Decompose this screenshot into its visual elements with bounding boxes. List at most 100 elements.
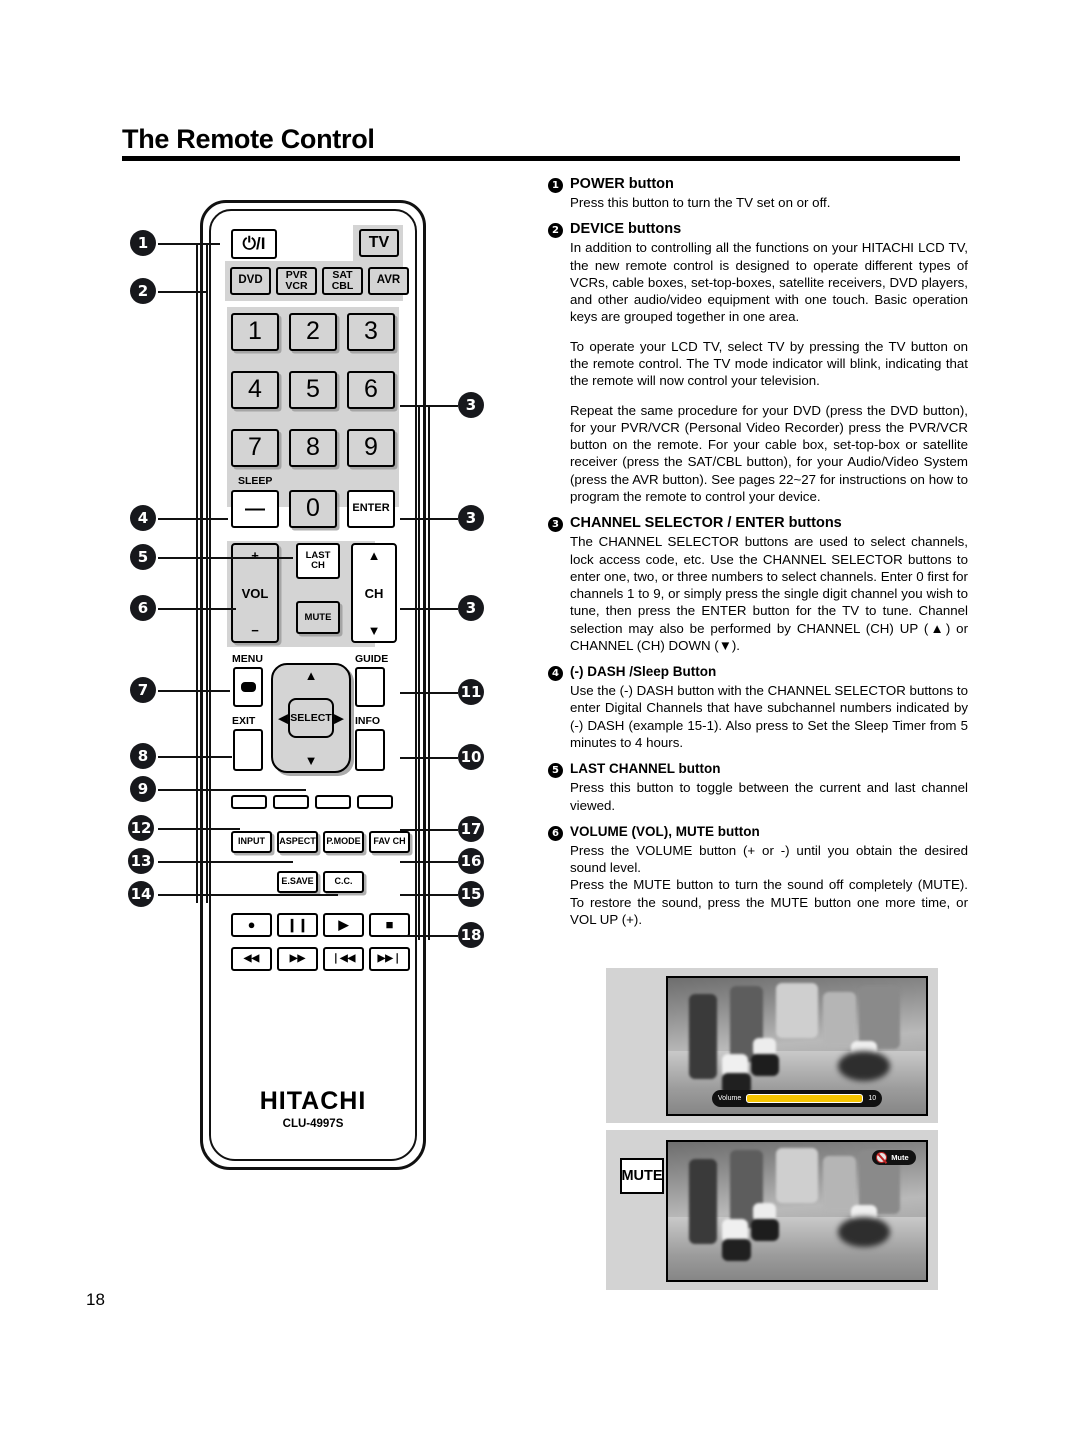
callout-right-10: 10: [458, 744, 484, 770]
exit-label: EXIT: [232, 715, 256, 727]
leader-rail-left-1: [196, 243, 198, 903]
numeric-key-3[interactable]: 3: [347, 313, 395, 351]
numeric-key-8[interactable]: 8: [289, 429, 337, 467]
info-button[interactable]: [355, 729, 385, 771]
previous-track-button[interactable]: ❘◀◀: [323, 947, 364, 971]
section-channel-p1: The CHANNEL SELECTOR buttons are used to…: [570, 534, 968, 653]
player-body: [776, 983, 818, 1038]
guide-button[interactable]: [355, 667, 385, 707]
mute-button[interactable]: MUTE: [296, 601, 340, 634]
player-leg-1b: [688, 1158, 717, 1245]
enter-button[interactable]: ENTER: [347, 490, 395, 528]
next-track-button[interactable]: ▶▶❘: [369, 947, 410, 971]
leader-rail-right-2: [428, 405, 430, 940]
tv-screen-mute: Mute: [666, 1140, 928, 1282]
section-bullet-5: 5: [548, 763, 563, 779]
dpad-left-icon[interactable]: ◀: [278, 712, 288, 725]
callout-left-5: 5: [130, 544, 156, 570]
volume-up-label: +: [251, 548, 259, 563]
section-dash-p1: Use the (-) DASH button with the CHANNEL…: [570, 683, 968, 751]
section-power-p1: Press this button to turn the TV set on …: [570, 195, 831, 210]
record-button[interactable]: ●: [231, 913, 272, 937]
guide-label: GUIDE: [355, 653, 389, 665]
callout-left-4: 4: [130, 505, 156, 531]
callout-right-17: 17: [458, 816, 484, 842]
player-arm-1: [822, 991, 857, 1046]
device-button-tv[interactable]: TV: [359, 229, 399, 257]
numeric-key-0[interactable]: 0: [289, 490, 337, 528]
section-last-channel: 5 LAST CHANNEL button Press this button …: [548, 761, 968, 814]
numeric-key-2[interactable]: 2: [289, 313, 337, 351]
section-channel-selector: 3 CHANNEL SELECTOR / ENTER buttons The C…: [548, 515, 968, 654]
callout-left-14: 14: [128, 881, 154, 907]
numeric-key-4[interactable]: 4: [231, 371, 279, 409]
numeric-key-6[interactable]: 6: [347, 371, 395, 409]
device-button-avr[interactable]: AVR: [368, 267, 409, 295]
player-glove: [750, 1054, 779, 1076]
last-channel-button[interactable]: LAST CH: [296, 543, 340, 579]
color-key-2[interactable]: [273, 795, 309, 809]
aspect-button[interactable]: ASPECT: [277, 831, 318, 853]
exit-button[interactable]: [233, 729, 263, 771]
player-glove-b: [750, 1219, 779, 1242]
callout-left-1: 1: [130, 230, 156, 256]
player-body-b: [776, 1147, 818, 1203]
callout-left-8: 8: [130, 743, 156, 769]
callout-left-12: 12: [128, 815, 154, 841]
volume-down-label: −: [251, 623, 259, 638]
numeric-key-1[interactable]: 1: [231, 313, 279, 351]
stop-button[interactable]: ■: [369, 913, 410, 937]
dpad-up-icon[interactable]: ▲: [305, 669, 318, 682]
input-button[interactable]: INPUT: [231, 831, 272, 853]
tv-example-volume-frame: Volume 10: [606, 968, 938, 1123]
picture-mode-button[interactable]: P.MODE: [323, 831, 364, 853]
leader-4: [158, 518, 228, 520]
channel-rocker[interactable]: ▲ CH ▼: [351, 543, 397, 643]
closed-caption-button[interactable]: C.C.: [323, 871, 364, 893]
fav-ch-button[interactable]: FAV CH: [369, 831, 410, 853]
mute-button-callout: MUTE: [620, 1158, 664, 1194]
rewind-button[interactable]: ◀◀: [231, 947, 272, 971]
section-device-p1: In addition to controlling all the funct…: [570, 240, 968, 325]
section-power: 1 POWER button Press this button to turn…: [548, 176, 968, 211]
leader-12: [158, 828, 240, 830]
menu-button[interactable]: [233, 667, 263, 707]
remote-control-diagram: ⏻/I TV DVD PVR VCR SAT CBL AVR 1 2 3 4 5…: [200, 200, 426, 1170]
callout-left-6: 6: [130, 595, 156, 621]
description-column: 1 POWER button Press this button to turn…: [548, 176, 968, 938]
brand-logo: HITACHI: [259, 1087, 367, 1115]
model-number: CLU-4997S: [282, 1118, 344, 1130]
numeric-key-9[interactable]: 9: [347, 429, 395, 467]
power-button[interactable]: ⏻/I: [231, 229, 277, 259]
color-key-4[interactable]: [357, 795, 393, 809]
dpad-down-icon[interactable]: ▼: [305, 754, 318, 767]
play-button[interactable]: ▶: [323, 913, 364, 937]
select-button[interactable]: SELECT: [288, 698, 334, 738]
player-leg-1: [688, 994, 717, 1079]
mute-osd: Mute: [872, 1150, 916, 1166]
section-title-power: POWER button: [570, 176, 674, 192]
dpad-right-icon[interactable]: ▶: [334, 712, 344, 725]
dpad[interactable]: SELECT ▲ ▼ ◀ ▶: [271, 663, 351, 773]
section-bullet-6: 6: [548, 825, 563, 841]
numeric-key-7[interactable]: 7: [231, 429, 279, 467]
fast-forward-button[interactable]: ▶▶: [277, 947, 318, 971]
section-bullet-1: 1: [548, 178, 563, 193]
volume-label: VOL: [241, 585, 269, 601]
callout-right-18: 18: [458, 922, 484, 948]
device-button-pvr-vcr[interactable]: PVR VCR: [276, 267, 317, 295]
numeric-key-5[interactable]: 5: [289, 371, 337, 409]
leader-14: [158, 894, 338, 896]
color-key-1[interactable]: [231, 795, 267, 809]
section-last-channel-p1: Press this button to toggle between the …: [570, 780, 968, 813]
callout-right-15: 15: [458, 881, 484, 907]
energy-save-button[interactable]: E.SAVE: [277, 871, 318, 893]
menu-label: MENU: [232, 653, 263, 665]
dash-sleep-button[interactable]: —: [231, 490, 279, 528]
device-button-dvd[interactable]: DVD: [230, 267, 271, 295]
color-key-3[interactable]: [315, 795, 351, 809]
device-button-sat-cbl[interactable]: SAT CBL: [322, 267, 363, 295]
mute-crossed-icon: [876, 1152, 888, 1164]
pause-button[interactable]: ❙❙: [277, 913, 318, 937]
select-label: SELECT: [290, 712, 332, 724]
